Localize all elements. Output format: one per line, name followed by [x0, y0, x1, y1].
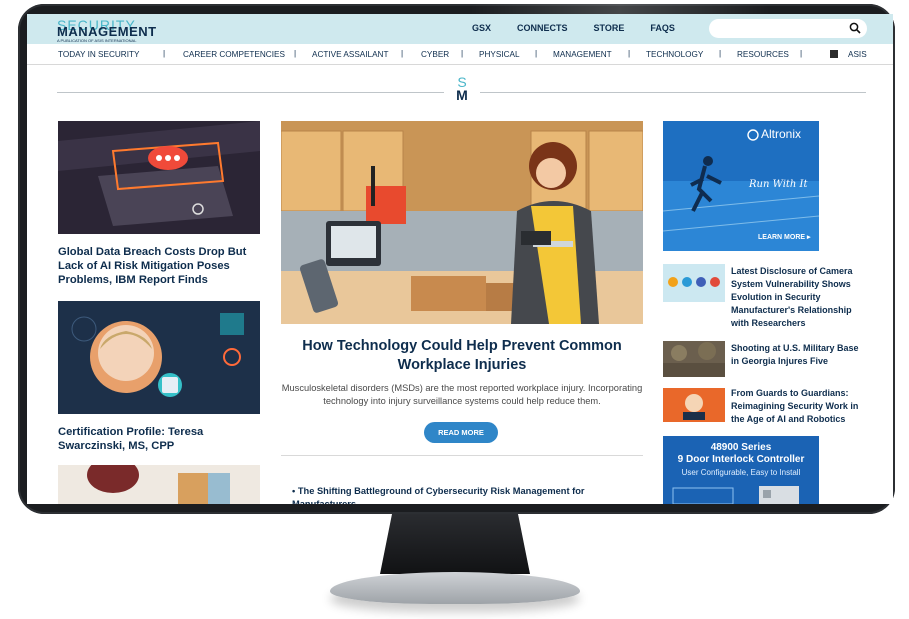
main-nav: TODAY IN SECURITY | CAREER COMPETENCIES …: [27, 44, 893, 65]
nav-separator: |: [535, 49, 538, 58]
side-article-camera[interactable]: Latest Disclosure of Camera System Vulne…: [731, 265, 865, 330]
nav-separator: |: [800, 49, 803, 58]
nav-career-competencies[interactable]: CAREER COMPETENCIES: [183, 50, 285, 59]
sm-logo-m: M: [456, 87, 468, 103]
ad2-line3: User Configurable, Easy to Install: [681, 468, 801, 477]
side-article-guards[interactable]: From Guards to Guardians: Reimagining Se…: [731, 387, 865, 426]
top-nav-gsx[interactable]: GSX: [472, 23, 491, 33]
nav-cyber[interactable]: CYBER: [421, 50, 449, 59]
ad2-line1: 48900 Series: [710, 442, 772, 453]
nav-today-in-security[interactable]: TODAY IN SECURITY: [58, 50, 139, 59]
guards-illustration: [663, 388, 725, 422]
third-illustration: [58, 465, 260, 504]
nav-separator: |: [719, 49, 722, 58]
nav-separator: |: [401, 49, 404, 58]
soldiers-photo: [663, 341, 725, 377]
feature-list-item[interactable]: • The Shifting Battleground of Cybersecu…: [292, 485, 632, 504]
feature-image[interactable]: [281, 121, 643, 324]
ad-altronix[interactable]: Altronix Run With It LEARN MORE ▸: [663, 121, 819, 251]
feature-divider: [281, 455, 643, 456]
asis-icon[interactable]: [830, 50, 838, 58]
warehouse-illustration: [281, 121, 643, 324]
side-image-camera[interactable]: [663, 264, 725, 302]
site-logo[interactable]: SECURITY MANAGEMENT A PUBLICATION OF ASI…: [57, 18, 156, 43]
article-image-data-breach[interactable]: [58, 121, 260, 234]
logo-management: MANAGEMENT: [57, 24, 157, 39]
nav-separator: |: [628, 49, 631, 58]
side-article-military[interactable]: Shooting at U.S. Military Base in Georgi…: [731, 342, 865, 368]
feature-title[interactable]: How Technology Could Help Prevent Common…: [281, 337, 643, 375]
nav-management[interactable]: MANAGEMENT: [553, 50, 612, 59]
article-image-certification[interactable]: [58, 301, 260, 414]
article-title-certification[interactable]: Certification Profile: Teresa Swarczinsk…: [58, 425, 263, 453]
top-bar: SECURITY MANAGEMENT A PUBLICATION OF ASI…: [27, 14, 893, 44]
logo-tagline: A PUBLICATION OF ASIS INTERNATIONAL: [57, 38, 137, 43]
ad-interlock-controller[interactable]: 48900 Series 9 Door Interlock Controller…: [663, 436, 819, 504]
sm-logo: S M: [453, 75, 471, 103]
side-image-military[interactable]: [663, 341, 725, 377]
feature-description: Musculoskeletal disorders (MSDs) are the…: [281, 383, 643, 406]
camera-domes-illustration: [663, 264, 725, 302]
ad-altronix-script: Run With It: [749, 179, 808, 190]
nav-resources[interactable]: RESOURCES: [737, 50, 789, 59]
profile-illustration: [58, 301, 260, 414]
nav-technology[interactable]: TECHNOLOGY: [646, 50, 703, 59]
controller-diagram: [672, 486, 799, 504]
monitor-base: [330, 572, 580, 604]
monitor-neck: [380, 514, 530, 574]
section-rule-left: [57, 92, 444, 93]
read-more-button[interactable]: READ MORE: [424, 422, 498, 443]
nav-separator: |: [294, 49, 297, 58]
top-nav-faqs[interactable]: FAQS: [650, 23, 675, 33]
top-nav: GSX CONNECTS STORE FAQS: [472, 23, 701, 33]
ad-altronix-brand: Altronix: [761, 127, 802, 141]
side-image-guards[interactable]: [663, 388, 725, 422]
nav-separator: |: [163, 49, 166, 58]
vault-illustration: [58, 121, 260, 234]
ad-altronix-cta[interactable]: LEARN MORE ▸: [758, 233, 811, 241]
nav-separator: |: [461, 49, 464, 58]
nav-active-assailant[interactable]: ACTIVE ASSAILANT: [312, 50, 388, 59]
search-input[interactable]: [709, 19, 867, 38]
article-title-data-breach[interactable]: Global Data Breach Costs Drop But Lack o…: [58, 245, 263, 287]
feature-list-item-text[interactable]: The Shifting Battleground of Cybersecuri…: [292, 486, 585, 504]
section-rule-right: [480, 92, 866, 93]
top-nav-store[interactable]: STORE: [594, 23, 625, 33]
nav-physical[interactable]: PHYSICAL: [479, 50, 520, 59]
article-image-third[interactable]: [58, 465, 260, 504]
top-nav-connects[interactable]: CONNECTS: [517, 23, 568, 33]
ad2-line2: 9 Door Interlock Controller: [677, 454, 805, 465]
screen: SECURITY MANAGEMENT A PUBLICATION OF ASI…: [27, 14, 893, 504]
nav-asis[interactable]: ASIS: [848, 50, 867, 59]
search-icon[interactable]: [849, 22, 861, 34]
